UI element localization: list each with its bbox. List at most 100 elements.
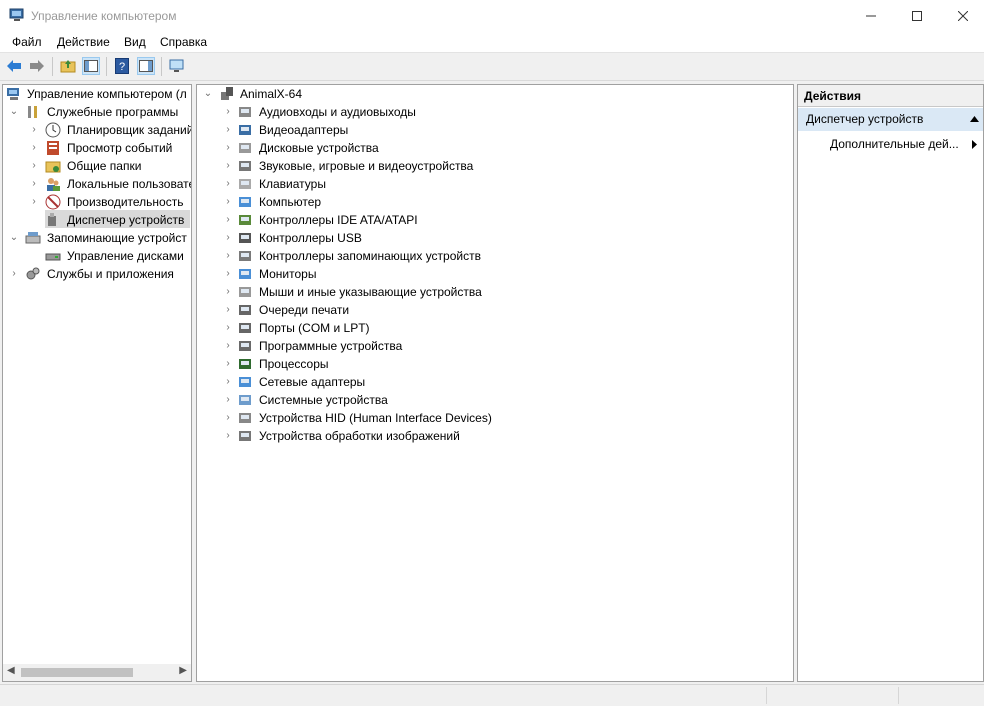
tools-icon: [28, 106, 37, 118]
device-root-label: AnimalX-64: [240, 87, 303, 101]
device-category-label: Устройства обработки изображений: [259, 429, 460, 443]
chevron-right-icon[interactable]: ›: [223, 391, 233, 409]
keyboard-icon: [239, 179, 251, 189]
chevron-right-icon[interactable]: ›: [223, 157, 233, 175]
toolbar-separator: [106, 57, 107, 76]
scan-hardware-button[interactable]: [168, 57, 186, 75]
chevron-right-icon[interactable]: ›: [223, 355, 233, 373]
chevron-down-icon[interactable]: ⌄: [9, 229, 19, 247]
clock-icon: [45, 122, 61, 138]
help-icon: ?: [115, 58, 129, 74]
horizontal-scrollbar[interactable]: ◀ ▶: [3, 664, 191, 681]
actions-section-device-manager[interactable]: Диспетчер устройств: [798, 108, 983, 131]
device-tree-pane[interactable]: ⌄ AnimalX-64 › Аудиовходы и аудиовыходы › В…: [196, 84, 794, 682]
processor-icon: [239, 359, 251, 369]
device-category-label: Мыши и иные указывающие устройства: [259, 285, 482, 299]
device-category-label: Мониторы: [259, 267, 317, 281]
tree-item-label: Управление дисками: [67, 249, 184, 263]
tree-item-label: Запоминающие устройст: [47, 231, 187, 245]
chevron-right-icon[interactable]: ›: [29, 175, 39, 193]
maximize-button[interactable]: [894, 0, 940, 32]
device-category-label: Видеоадаптеры: [259, 123, 349, 137]
sound-icon: [239, 161, 251, 171]
performance-icon: [45, 194, 61, 210]
window-title: Управление компьютером: [31, 9, 177, 23]
tree-item-label: Локальные пользовате: [67, 177, 192, 191]
show-hide-actions-button[interactable]: [137, 57, 155, 75]
console-tree-icon: [84, 60, 98, 72]
submenu-arrow-icon: [972, 140, 977, 149]
chevron-right-icon[interactable]: ›: [223, 139, 233, 157]
action-pane-icon: [139, 60, 153, 72]
menu-view[interactable]: Вид: [124, 35, 146, 49]
minimize-button[interactable]: [848, 0, 894, 32]
chevron-right-icon[interactable]: ›: [223, 301, 233, 319]
chevron-right-icon[interactable]: ›: [9, 265, 19, 283]
chevron-right-icon[interactable]: ›: [223, 409, 233, 427]
show-hide-tree-button[interactable]: [82, 57, 100, 75]
disk-drive-icon: [239, 143, 251, 153]
scroll-right-icon[interactable]: ▶: [179, 665, 187, 676]
scroll-left-icon[interactable]: ◀: [7, 665, 15, 676]
shared-folder-icon: [45, 161, 61, 173]
chevron-right-icon[interactable]: ›: [223, 211, 233, 229]
svg-text:?: ?: [119, 61, 125, 73]
tree-item-label: Общие папки: [67, 159, 142, 173]
chevron-right-icon[interactable]: ›: [223, 283, 233, 301]
chevron-right-icon[interactable]: ›: [223, 319, 233, 337]
toolbar: ?: [0, 53, 984, 81]
device-category-label: Звуковые, игровые и видеоустройства: [259, 159, 474, 173]
tree-item-label: Служебные программы: [47, 105, 179, 119]
imaging-device-icon: [239, 431, 251, 441]
chevron-right-icon[interactable]: ›: [223, 175, 233, 193]
device-category-label: Программные устройства: [259, 339, 403, 353]
menu-help[interactable]: Справка: [160, 35, 207, 49]
device-category-label: Очереди печати: [259, 303, 350, 317]
status-segment: [898, 687, 899, 704]
chevron-right-icon[interactable]: ›: [223, 103, 233, 121]
software-device-icon: [239, 341, 251, 351]
chevron-right-icon[interactable]: ›: [29, 139, 39, 157]
chevron-right-icon[interactable]: ›: [223, 229, 233, 247]
toolbar-separator: [52, 57, 53, 76]
device-category-label: Сетевые адаптеры: [259, 375, 366, 389]
chevron-right-icon[interactable]: ›: [29, 157, 39, 175]
menu-file[interactable]: Файл: [12, 35, 42, 49]
users-icon: [47, 178, 60, 191]
monitor-icon: [239, 269, 251, 279]
help-button[interactable]: ?: [113, 57, 131, 75]
chevron-down-icon[interactable]: ⌄: [9, 103, 19, 121]
close-icon: [958, 11, 968, 21]
back-button[interactable]: [5, 57, 23, 75]
menu-action[interactable]: Действие: [57, 35, 110, 49]
more-actions-item[interactable]: Дополнительные дей...: [830, 135, 959, 153]
disk-management-icon: [45, 253, 61, 261]
console-tree-pane[interactable]: Управление компьютером (л ⌄ Служебные пр…: [2, 84, 192, 682]
close-button[interactable]: [940, 0, 984, 32]
chevron-right-icon[interactable]: ›: [223, 121, 233, 139]
maximize-icon: [912, 11, 922, 21]
scrollbar-thumb[interactable]: [21, 668, 133, 677]
tree-root-label: Управление компьютером (л: [27, 87, 187, 101]
chevron-right-icon[interactable]: ›: [223, 193, 233, 211]
device-category-label: Процессоры: [259, 357, 329, 371]
chevron-right-icon[interactable]: ›: [223, 373, 233, 391]
print-queue-icon: [239, 305, 251, 315]
chevron-right-icon[interactable]: ›: [223, 247, 233, 265]
chevron-right-icon[interactable]: ›: [223, 265, 233, 283]
actions-pane: Действия Диспетчер устройств Дополнитель…: [797, 84, 984, 682]
collapse-up-icon[interactable]: [970, 116, 979, 122]
chevron-right-icon[interactable]: ›: [223, 427, 233, 445]
device-category-label: Устройства HID (Human Interface Devices): [259, 411, 492, 425]
usb-icon: [239, 233, 251, 243]
chevron-right-icon[interactable]: ›: [29, 193, 39, 211]
folder-up-icon: [60, 60, 76, 73]
chevron-right-icon[interactable]: ›: [223, 337, 233, 355]
system-device-icon: [239, 395, 251, 405]
up-level-button[interactable]: [59, 57, 77, 75]
forward-button[interactable]: [28, 57, 46, 75]
chevron-down-icon[interactable]: ⌄: [203, 85, 213, 103]
hid-icon: [239, 413, 251, 423]
device-category-label: Клавиатуры: [259, 177, 326, 191]
chevron-right-icon[interactable]: ›: [29, 121, 39, 139]
